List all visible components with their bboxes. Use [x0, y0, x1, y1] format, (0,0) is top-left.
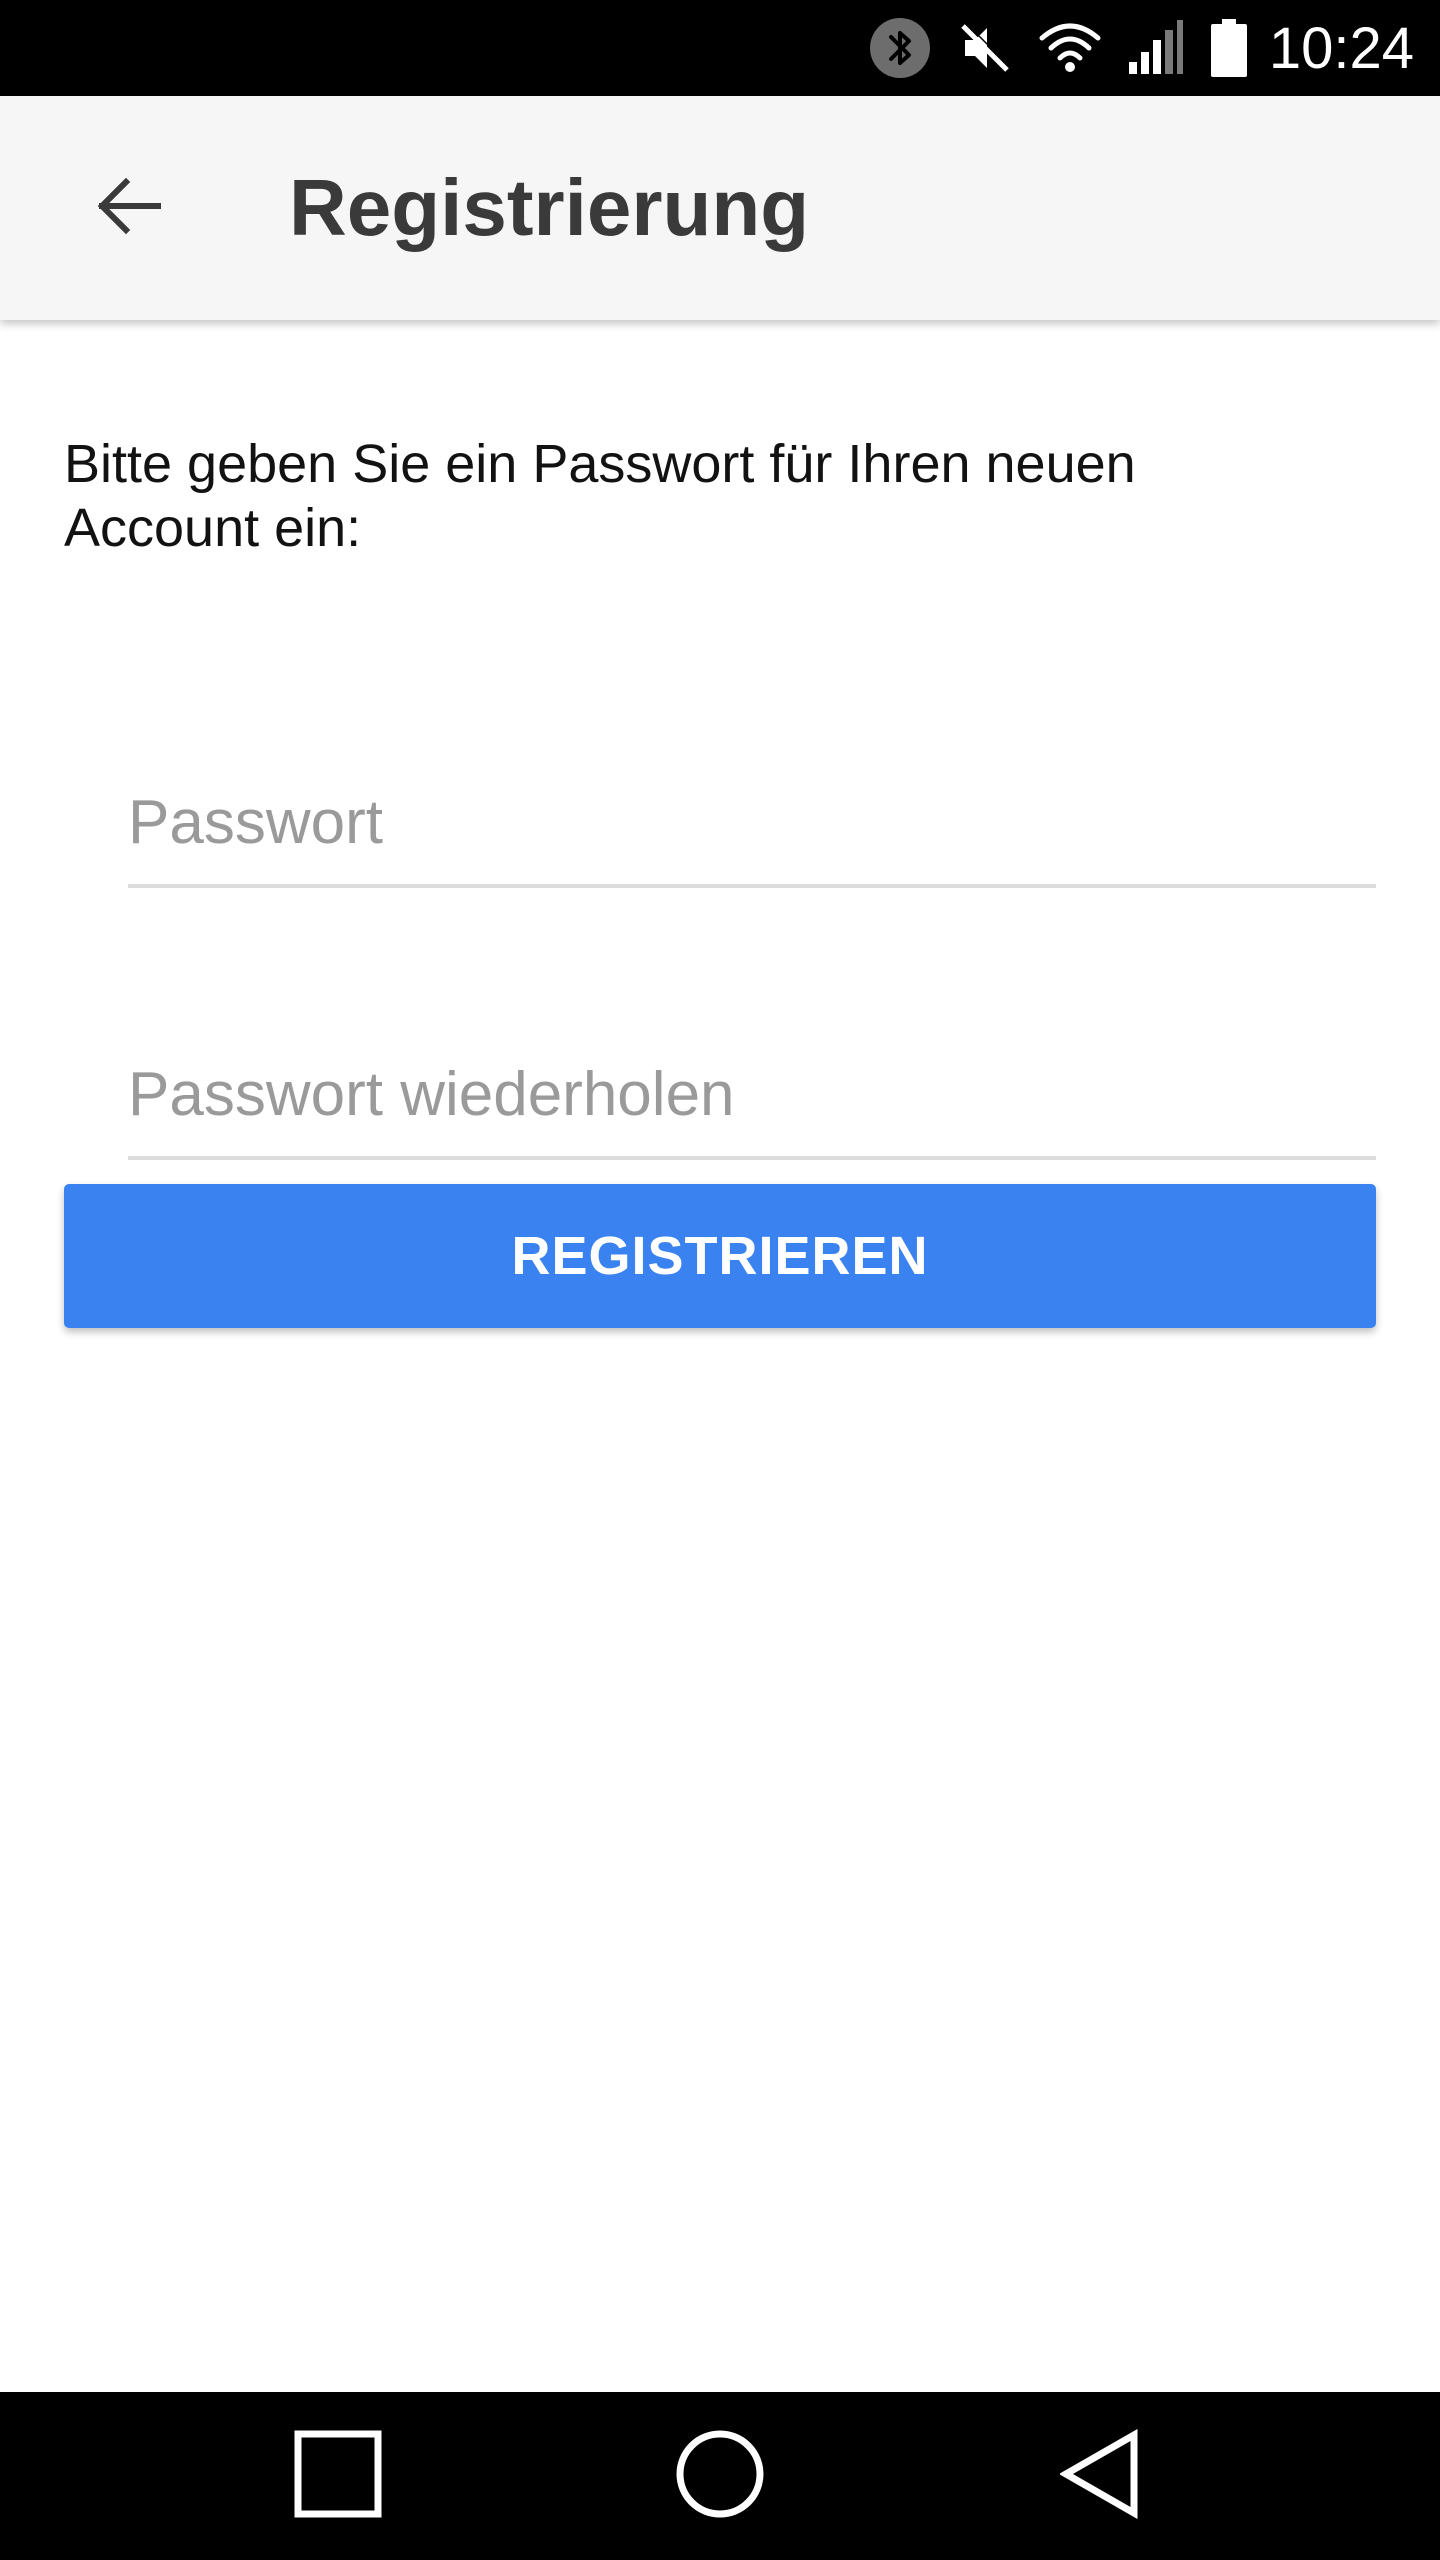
back-button[interactable]: [64, 144, 192, 272]
register-button-label: REGISTRIEREN: [511, 1226, 929, 1286]
password-repeat-field: [128, 1032, 1376, 1160]
signal-icon: [1127, 20, 1185, 76]
page-title: Registrierung: [289, 163, 810, 252]
instruction-text: Bitte geben Sie ein Passwort für Ihren n…: [64, 434, 1136, 558]
mute-icon: [957, 20, 1013, 76]
app-bar: Registrierung: [0, 96, 1440, 320]
register-button[interactable]: REGISTRIEREN: [64, 1184, 1376, 1328]
recents-square-icon: [294, 2430, 382, 2523]
password-input[interactable]: [128, 760, 1376, 884]
navigation-bar: [0, 2392, 1440, 2560]
status-time: 10:24: [1268, 15, 1414, 81]
arrow-back-icon: [92, 170, 164, 247]
battery-icon: [1210, 19, 1247, 77]
password-field: [128, 760, 1376, 888]
status-bar: 10:24: [0, 0, 1440, 96]
bluetooth-icon: [869, 17, 931, 79]
status-icons: 10:24: [869, 0, 1414, 96]
home-circle-icon: [675, 2429, 765, 2524]
password-repeat-input[interactable]: [128, 1032, 1376, 1156]
recents-button[interactable]: [238, 2392, 438, 2560]
back-nav-button[interactable]: [1000, 2392, 1200, 2560]
home-button[interactable]: [620, 2392, 820, 2560]
back-triangle-icon: [1058, 2428, 1140, 2524]
wifi-icon: [1039, 22, 1101, 74]
